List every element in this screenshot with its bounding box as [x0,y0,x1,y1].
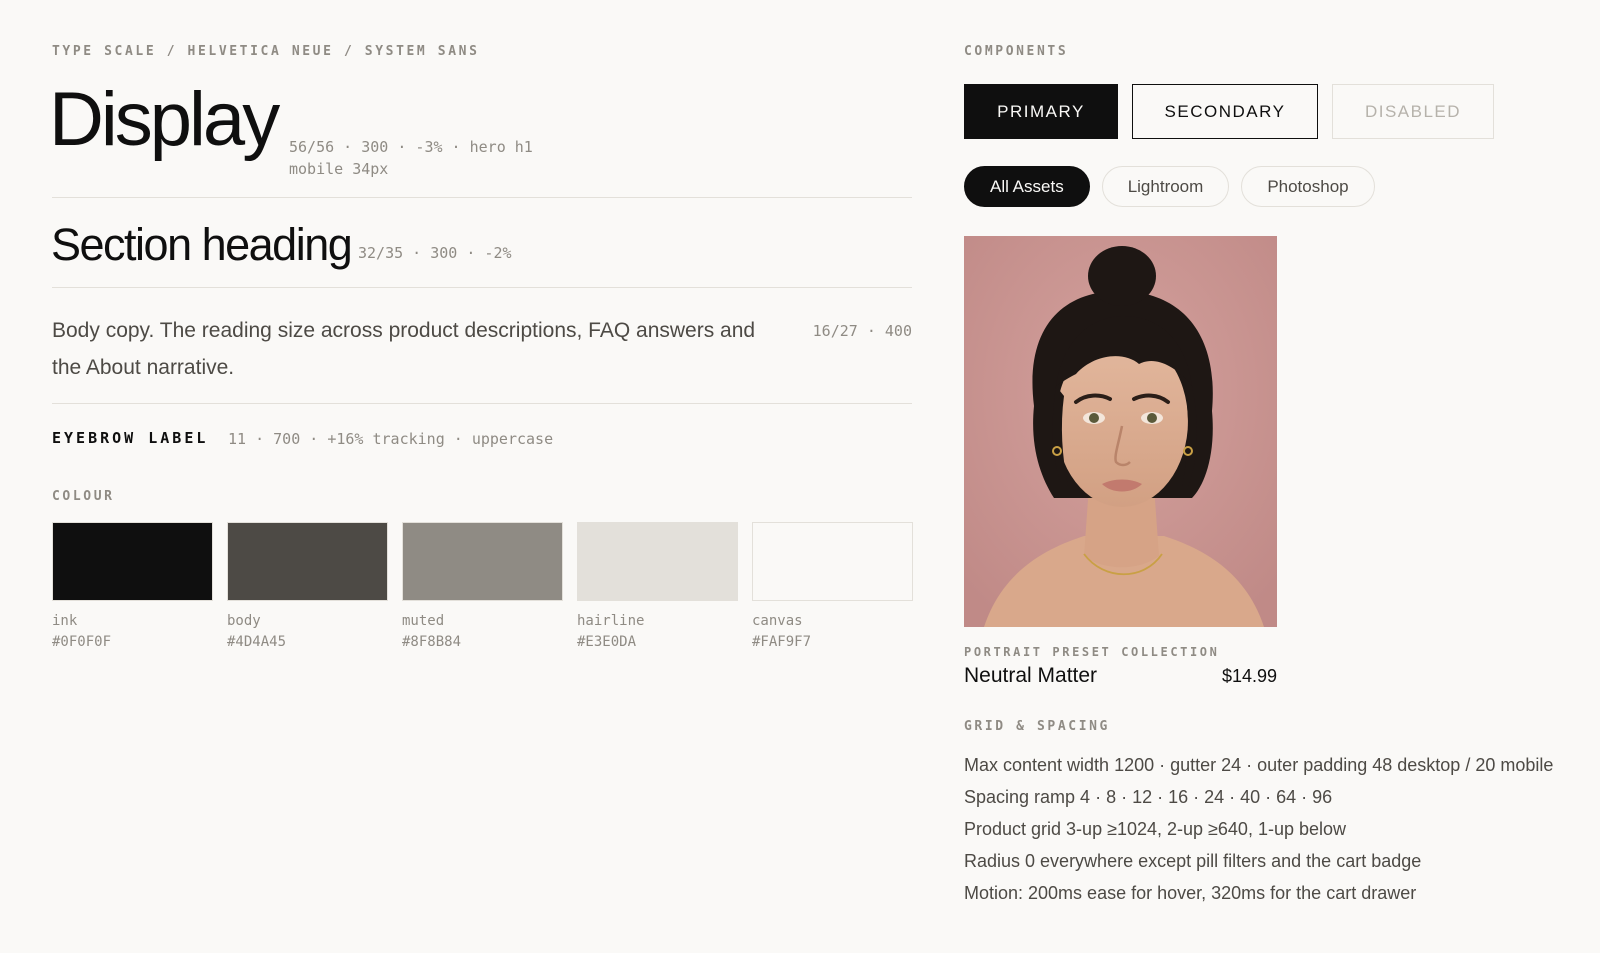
display-meta-line1: 56/56 · 300 · -3% · hero h1 [289,138,533,156]
swatch-chip [577,522,738,601]
grid-spacing-eyebrow: GRID & SPACING [964,719,1110,734]
eyebrow-label-sample: EYEBROW LABEL [52,429,209,447]
body-copy-sample: Body copy. The reading size across produ… [52,319,756,379]
portrait-photo-icon[interactable] [964,236,1277,627]
product-card-eyebrow: PORTRAIT PRESET COLLECTION [964,645,1220,659]
button-row: PRIMARY SECONDARY DISABLED [964,84,1494,139]
swatch-hex: #8F8B84 [402,634,462,650]
body-copy-meta: 16/27 · 400 [812,322,912,340]
product-card-title-row: Neutral Matter $14.99 [964,664,1277,688]
section-heading-meta: 32/35 · 300 · -2% [358,244,512,262]
swatch-body: body #4D4A45 [227,522,388,653]
eyebrow-label-meta: 11 · 700 · +16% tracking · uppercase [228,430,554,448]
pill-all-assets[interactable]: All Assets [964,166,1090,207]
swatch-chip [752,522,913,601]
swatch-canvas: canvas #FAF9F7 [752,522,913,653]
swatch-ink: ink #0F0F0F [52,522,213,653]
list-item: Radius 0 everywhere except pill filters … [964,851,1422,871]
list-item: Max content width 1200 · gutter 24 · out… [964,755,1554,775]
swatch-hex: #E3E0DA [577,634,637,650]
swatch-hex: #0F0F0F [52,634,112,650]
primary-button[interactable]: PRIMARY [964,84,1118,139]
secondary-button[interactable]: SECONDARY [1132,84,1318,139]
grid-spacing-list: Max content width 1200 · gutter 24 · out… [964,749,1600,909]
colour-swatches: ink #0F0F0F body #4D4A45 muted #8F8B84 h… [52,522,913,653]
swatch-chip [52,522,213,601]
section-heading-row: Section heading 32/35 · 300 · -2% [51,198,912,288]
swatch-name: muted [402,613,445,629]
swatch-name: hairline [577,613,645,629]
pill-photoshop[interactable]: Photoshop [1241,166,1375,207]
product-title[interactable]: Neutral Matter [964,664,1097,688]
swatch-chip [402,522,563,601]
swatch-muted: muted #8F8B84 [402,522,563,653]
filter-pills: All Assets Lightroom Photoshop [964,166,1375,207]
eyebrow-label-row: EYEBROW LABEL 11 · 700 · +16% tracking ·… [52,426,912,450]
section-heading-sample: Section heading [51,219,353,270]
type-scale-eyebrow: TYPE SCALE / HELVETICA NEUE / SYSTEM SAN… [52,44,480,59]
swatch-name: body [227,613,261,629]
pill-lightroom[interactable]: Lightroom [1101,166,1230,207]
swatch-name: canvas [752,613,803,629]
body-copy-row: Body copy. The reading size across produ… [52,288,912,404]
components-eyebrow: COMPONENTS [964,44,1069,59]
swatch-hairline: hairline #E3E0DA [577,522,738,653]
display-row: Display 56/56 · 300 · -3% · hero h1 mobi… [49,77,912,198]
display-meta: 56/56 · 300 · -3% · hero h1 mobile 34px [289,136,533,180]
disabled-button: DISABLED [1332,84,1494,139]
swatch-name: ink [52,613,78,629]
product-price: $14.99 [1221,666,1277,686]
product-card[interactable]: PORTRAIT PRESET COLLECTION Neutral Matte… [964,236,1277,688]
swatch-hex: #FAF9F7 [752,634,812,650]
display-sample: Display [49,77,280,162]
list-item: Motion: 200ms ease for hover, 320ms for … [964,883,1417,903]
list-item: Spacing ramp 4 · 8 · 12 · 16 · 24 · 40 ·… [964,787,1333,807]
swatch-chip [227,522,388,601]
display-meta-line2: mobile 34px [289,160,389,178]
colour-eyebrow: COLOUR [52,489,115,504]
swatch-hex: #4D4A45 [227,634,287,650]
list-item: Product grid 3-up ≥1024, 2-up ≥640, 1-up… [964,819,1346,839]
